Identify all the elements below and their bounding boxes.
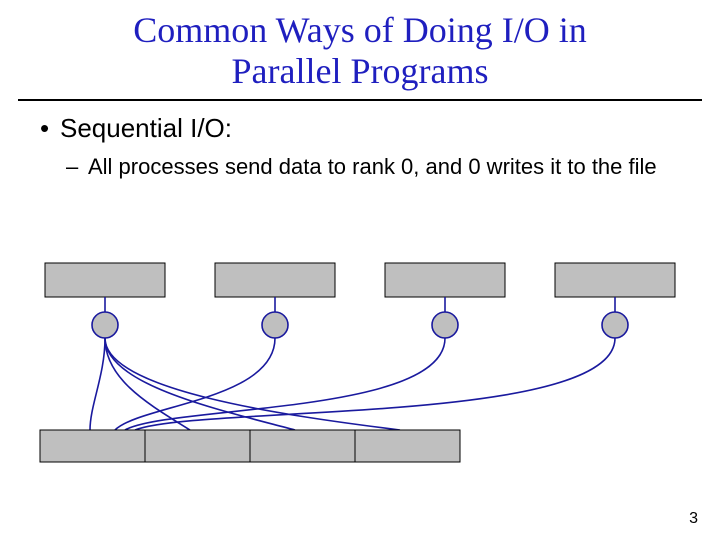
- process-box-1: [215, 263, 335, 297]
- file-seg-1: [145, 430, 250, 462]
- circle-0: [92, 312, 118, 338]
- slide: Common Ways of Doing I/O in Parallel Pro…: [0, 0, 720, 540]
- content-area: Sequential I/O: All processes send data …: [0, 113, 720, 180]
- box-to-circle-lines: [105, 297, 615, 313]
- sub-bullet-text-1: All processes send data to rank 0, and 0…: [88, 154, 657, 179]
- title-line-1: Common Ways of Doing I/O in: [133, 10, 586, 50]
- r3-to-r0: [135, 338, 615, 430]
- bullet-text-1: Sequential I/O:: [60, 113, 232, 143]
- process-boxes: [45, 263, 675, 297]
- file-bar: [40, 430, 460, 462]
- sub-bullet-list: All processes send data to rank 0, and 0…: [60, 154, 680, 180]
- circle-3: [602, 312, 628, 338]
- file-seg-2: [250, 430, 355, 462]
- r2-to-r0: [125, 338, 445, 430]
- bullet-list: Sequential I/O: All processes send data …: [40, 113, 680, 180]
- file-seg-3: [355, 430, 460, 462]
- process-box-3: [555, 263, 675, 297]
- io-diagram: [20, 255, 700, 485]
- file-seg-0: [40, 430, 145, 462]
- r0-to-seg1: [90, 338, 105, 430]
- page-number: 3: [689, 510, 698, 528]
- bullet-item-1: Sequential I/O: All processes send data …: [60, 113, 680, 180]
- title-line-2: Parallel Programs: [232, 51, 489, 91]
- process-box-2: [385, 263, 505, 297]
- process-box-0: [45, 263, 165, 297]
- sub-bullet-item-1: All processes send data to rank 0, and 0…: [88, 154, 680, 180]
- slide-title: Common Ways of Doing I/O in Parallel Pro…: [0, 0, 720, 99]
- circle-2: [432, 312, 458, 338]
- circle-1: [262, 312, 288, 338]
- title-rule: [18, 99, 702, 101]
- send-arcs: [90, 338, 615, 430]
- data-circles: [92, 312, 628, 338]
